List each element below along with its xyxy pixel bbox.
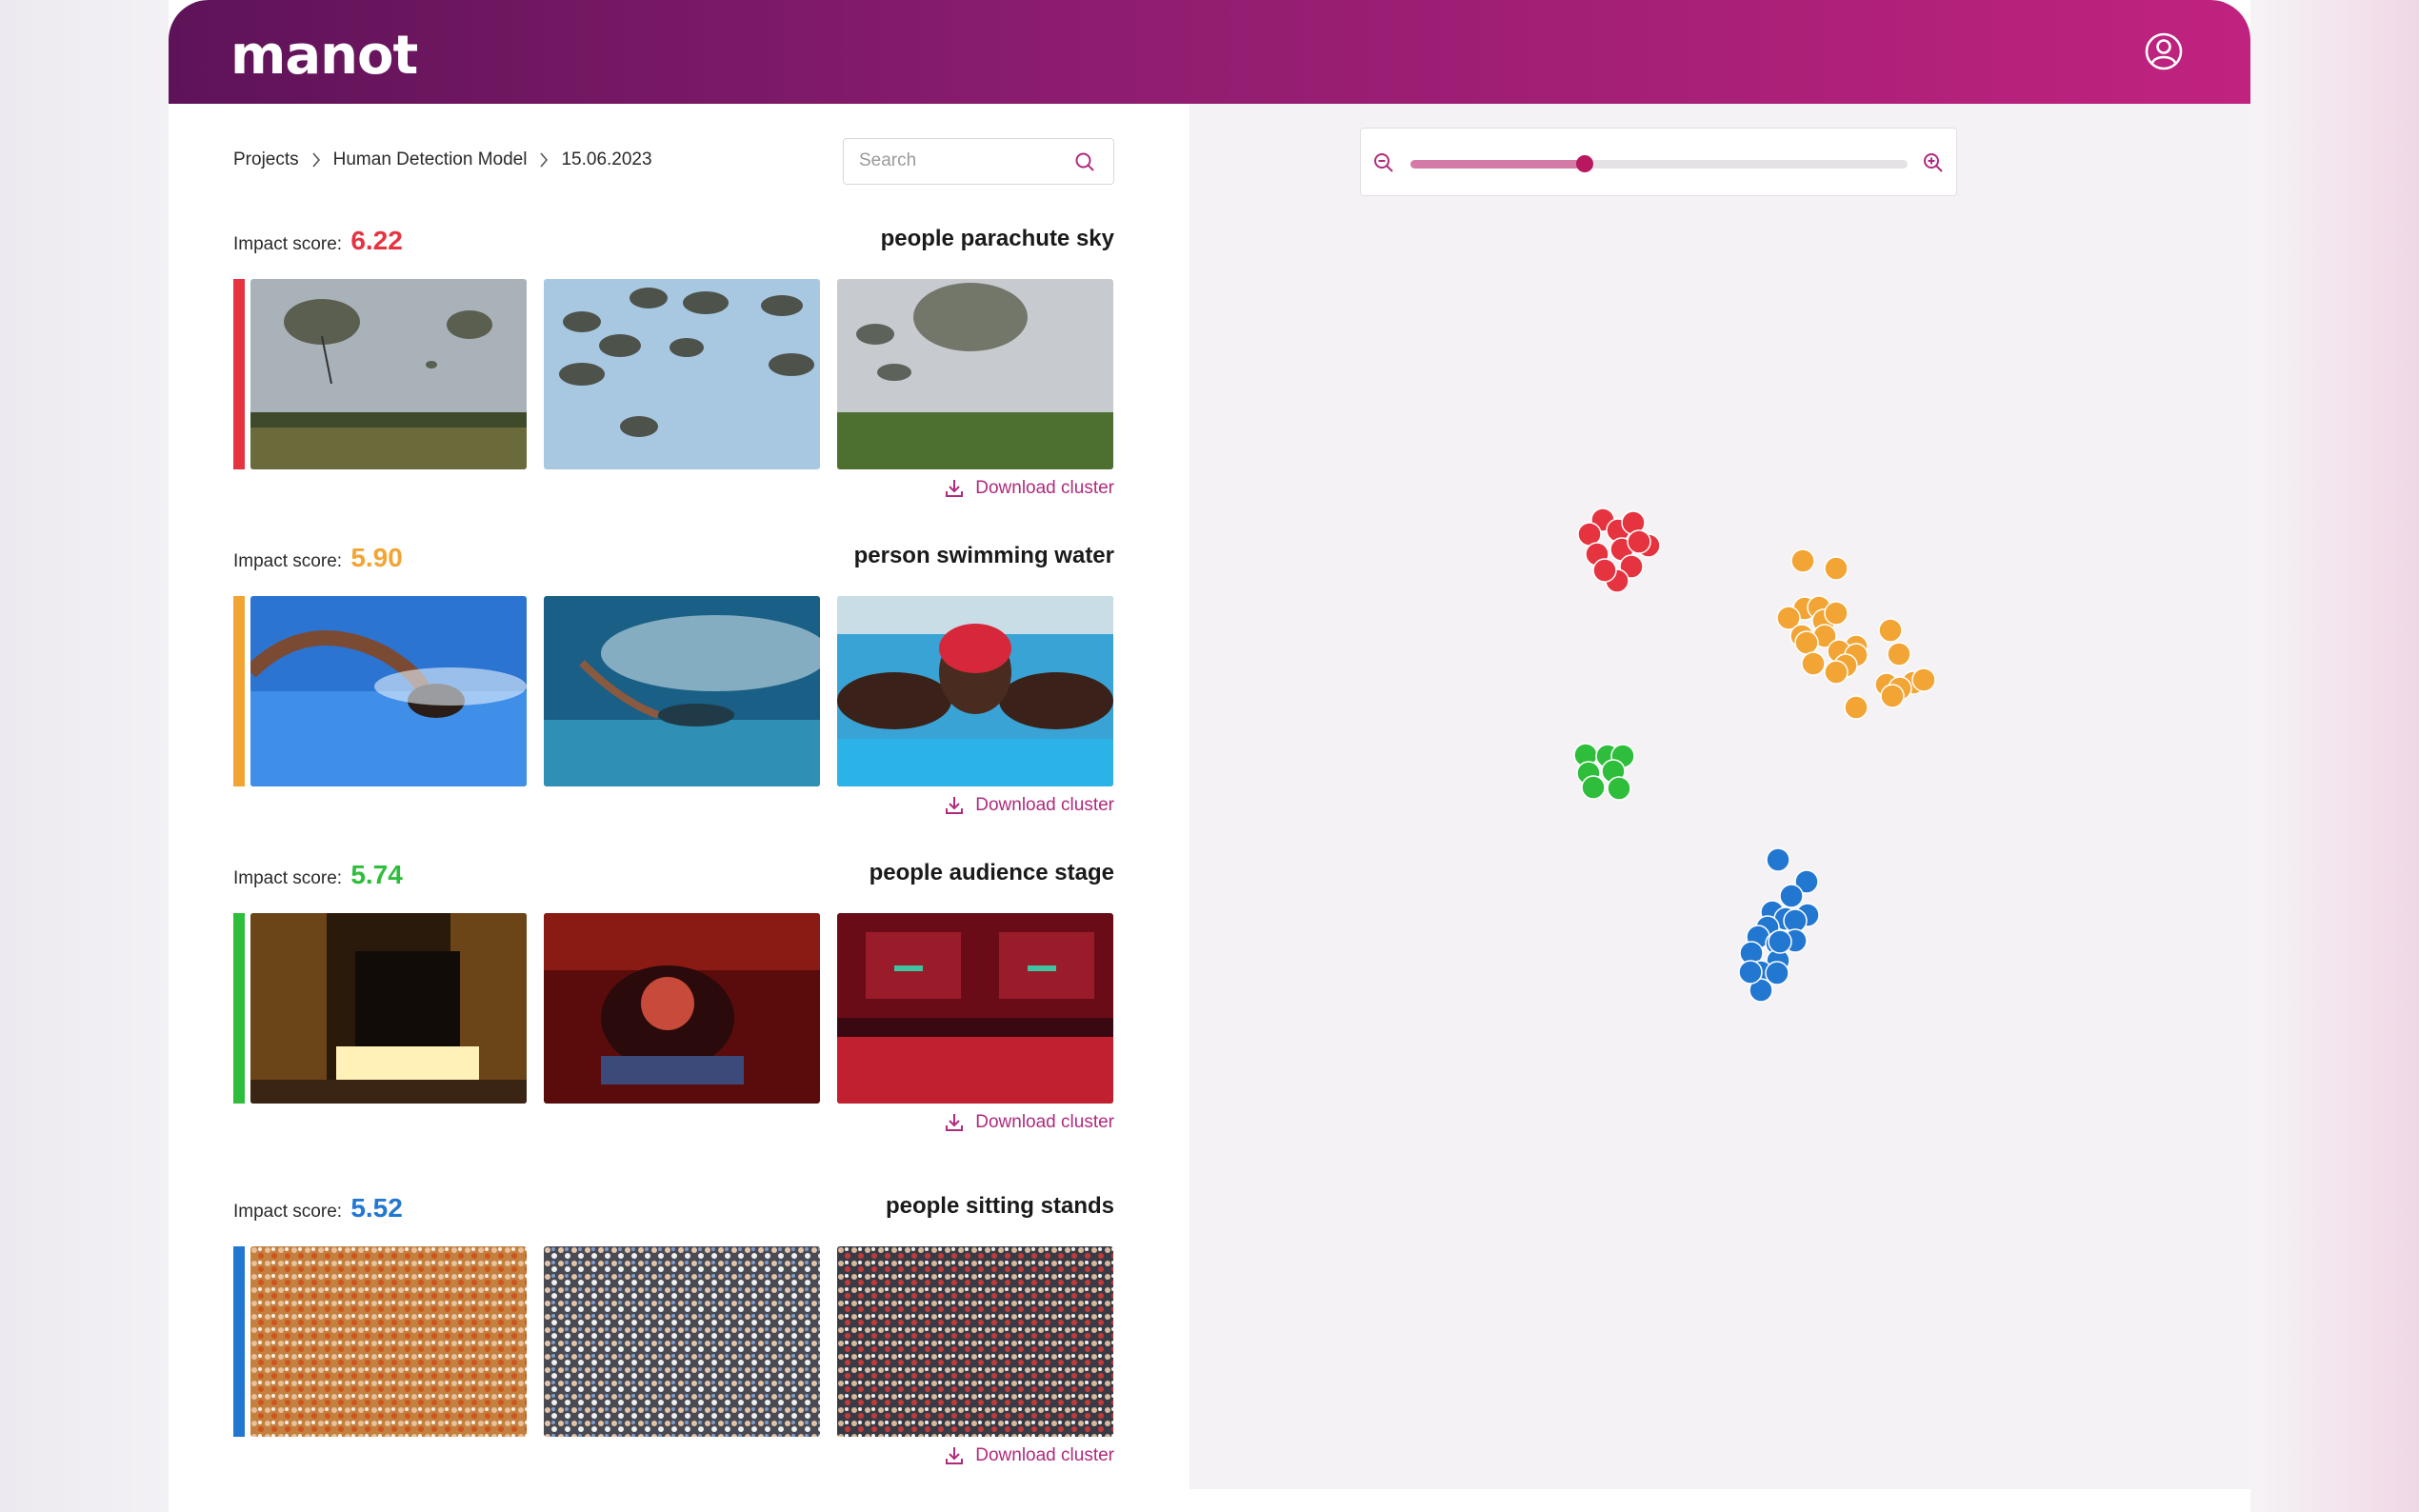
search-icon[interactable] <box>1073 150 1096 173</box>
cluster-image-thumbnail[interactable] <box>544 1246 820 1437</box>
scatter-point[interactable] <box>1592 558 1617 583</box>
cluster-image-thumbnail[interactable] <box>544 913 820 1104</box>
download-icon <box>946 480 964 497</box>
breadcrumb-model[interactable]: Human Detection Model <box>333 149 528 170</box>
download-label: Download cluster <box>975 1445 1114 1465</box>
scatter-point[interactable] <box>1878 618 1903 643</box>
breadcrumb-projects[interactable]: Projects <box>233 149 299 170</box>
cluster-color-bar <box>233 1246 245 1437</box>
cluster-scatter-plot[interactable] <box>1190 104 2250 1489</box>
cluster-image-thumbnail[interactable] <box>250 279 527 469</box>
download-cluster-button[interactable]: Download cluster <box>943 1444 1114 1467</box>
zoom-slider-handle[interactable] <box>1575 155 1593 172</box>
scatter-point[interactable] <box>1766 847 1790 872</box>
scatter-point[interactable] <box>1581 775 1606 800</box>
download-label: Download cluster <box>975 1112 1114 1132</box>
search-input[interactable] <box>859 150 1069 171</box>
scatter-point[interactable] <box>1911 667 1936 692</box>
cluster-color-bar <box>233 913 245 1104</box>
top-header: manot <box>169 0 2250 104</box>
scatter-point[interactable] <box>1607 776 1631 801</box>
download-cluster-button[interactable]: Download cluster <box>943 1111 1114 1134</box>
download-icon <box>946 1114 964 1131</box>
scatter-point[interactable] <box>1765 961 1789 985</box>
cluster-image-thumbnail[interactable] <box>837 1246 1113 1437</box>
cluster-color-bar <box>233 279 245 469</box>
cluster-title: people parachute sky <box>880 226 1114 251</box>
scatter-point[interactable] <box>1844 695 1869 720</box>
scatter-point[interactable] <box>1880 684 1905 708</box>
scatter-point[interactable] <box>1738 960 1763 985</box>
impact-score-line: Impact score: 5.74 <box>233 860 403 890</box>
download-cluster-button[interactable]: Download cluster <box>943 477 1114 500</box>
impact-score-value: 6.22 <box>350 226 403 255</box>
scatter-point[interactable] <box>1779 884 1804 908</box>
impact-score-value: 5.90 <box>350 543 403 572</box>
cluster-image-thumbnail[interactable] <box>837 596 1113 786</box>
app-logo[interactable]: manot <box>230 25 418 87</box>
download-cluster-button[interactable]: Download cluster <box>943 794 1114 817</box>
download-icon <box>946 1447 964 1464</box>
impact-score-line: Impact score: 5.52 <box>233 1193 403 1224</box>
cluster-title: people sitting stands <box>885 1193 1114 1219</box>
scatter-point[interactable] <box>1824 556 1849 581</box>
cluster-image-thumbnail[interactable] <box>544 596 820 786</box>
cluster-image-thumbnail[interactable] <box>837 279 1113 469</box>
cluster-image-thumbnail[interactable] <box>250 1246 527 1437</box>
zoom-out-icon[interactable] <box>1372 151 1395 174</box>
impact-score-label: Impact score: <box>233 234 343 254</box>
cluster-color-bar <box>233 596 245 786</box>
impact-score-line: Impact score: 6.22 <box>233 226 403 256</box>
chevron-right-icon <box>312 152 320 168</box>
scatter-point[interactable] <box>1824 660 1849 685</box>
cluster-image-thumbnail[interactable] <box>250 596 527 786</box>
impact-score-label: Impact score: <box>233 551 343 571</box>
cluster-image-thumbnail[interactable] <box>837 913 1113 1104</box>
scatter-point[interactable] <box>1794 630 1819 655</box>
cluster-title: people audience stage <box>869 860 1114 885</box>
download-label: Download cluster <box>975 478 1114 498</box>
user-account-icon[interactable] <box>2144 31 2184 71</box>
cluster-list-panel: Projects Human Detection Model 15.06.202… <box>169 104 1204 1512</box>
scatter-point[interactable] <box>1790 548 1815 573</box>
impact-score-value: 5.74 <box>350 860 403 889</box>
zoom-in-icon[interactable] <box>1922 151 1945 174</box>
scatter-point[interactable] <box>1887 642 1911 666</box>
breadcrumb-date: 15.06.2023 <box>561 149 652 169</box>
app-window: manot Projects Human Detection Model 15.… <box>169 0 2250 1512</box>
impact-score-line: Impact score: 5.90 <box>233 543 403 573</box>
cluster-image-thumbnail[interactable] <box>250 913 527 1104</box>
breadcrumb: Projects Human Detection Model 15.06.202… <box>233 149 652 170</box>
cluster-image-thumbnail[interactable] <box>544 279 820 469</box>
zoom-control <box>1360 128 1957 196</box>
download-icon <box>946 797 964 814</box>
cluster-title: person swimming water <box>853 543 1114 568</box>
download-label: Download cluster <box>975 795 1114 815</box>
scatter-point[interactable] <box>1768 929 1792 954</box>
scatter-point[interactable] <box>1627 529 1651 554</box>
zoom-slider-fill <box>1410 160 1585 169</box>
zoom-slider-track[interactable] <box>1410 155 1908 172</box>
search-box[interactable] <box>843 138 1114 185</box>
chevron-right-icon <box>540 152 549 168</box>
impact-score-label: Impact score: <box>233 1202 343 1222</box>
cluster-map-panel <box>1190 104 2250 1489</box>
scatter-point[interactable] <box>1824 601 1849 626</box>
scatter-point[interactable] <box>1801 651 1826 676</box>
impact-score-label: Impact score: <box>233 868 343 888</box>
impact-score-value: 5.52 <box>350 1193 403 1223</box>
